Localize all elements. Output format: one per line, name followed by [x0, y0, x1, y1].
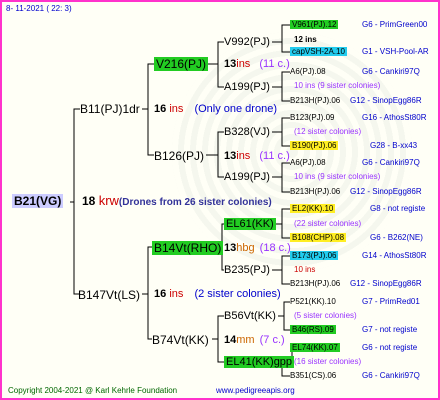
- gen4-row-17[interactable]: B46(RS).09 G7 - not registe: [290, 325, 417, 335]
- footer-site-link[interactable]: www.pedigreeapis.org: [216, 386, 295, 396]
- gen4-row-6b: (12 sister colonies): [294, 127, 362, 136]
- gen4-row-5[interactable]: B213H(PJ).06 G12 - SinopEgg86R: [290, 96, 422, 106]
- gen3-b328[interactable]: B328(VJ): [224, 126, 270, 139]
- gen4-row-18[interactable]: EL74(KK).07 G6 - not registe: [290, 343, 417, 353]
- root-count: 18: [82, 194, 96, 208]
- root-name: B21(VG): [12, 194, 64, 208]
- gen3-b235[interactable]: B235(PJ): [224, 264, 270, 277]
- gen4-row-10[interactable]: B213H(PJ).06 G12 - SinopEgg86R: [290, 187, 422, 197]
- root-queen[interactable]: B21(VG): [12, 194, 64, 208]
- gen1-b147-info: 16 ins (2 sister colonies): [154, 288, 281, 300]
- gen4-row-16[interactable]: P521(KK).10 G7 - PrimRed01: [290, 297, 420, 307]
- gen4-row-15[interactable]: B213H(PJ).06 G12 - SinopEgg86R: [290, 279, 422, 289]
- gen3-el41[interactable]: EL41(KK)gpp: [224, 356, 295, 369]
- gen2-v216-info: 13ins (11 c.): [224, 58, 290, 70]
- gen4-row-19[interactable]: B351(CS).06 G6 - Cankiri97Q: [290, 371, 420, 381]
- gen4-row-16b: (5 sister colonies): [294, 311, 357, 320]
- gen4-row-9: 10 ins (9 sister colonies): [294, 172, 381, 181]
- gen4-row-11[interactable]: EL2(KK).10 G8 - not registe: [290, 204, 425, 214]
- root-unit: krw: [98, 193, 119, 208]
- gen4-row-7[interactable]: B190(PJ).06 G28 - B-xx43: [290, 141, 417, 151]
- gen3-el61[interactable]: EL61(KK): [224, 218, 276, 231]
- date-stamp: 8- 11-2021 ( 22: 3): [6, 4, 72, 13]
- gen1-b11[interactable]: B11(PJ)1dr: [80, 102, 140, 116]
- gen2-b74vt-info: 14mm (7 c.): [224, 334, 285, 346]
- gen3-a199-b[interactable]: A199(PJ): [224, 171, 270, 184]
- gen4-row-3[interactable]: A6(PJ).08 G6 - Cankiri97Q: [290, 67, 420, 77]
- gen1-b147[interactable]: B147Vt(LS): [78, 288, 140, 302]
- gen4-row-14: 10 ins: [294, 265, 316, 274]
- gen4-row-0[interactable]: V961(PJ).12 G6 - PrimGreen00: [290, 20, 427, 30]
- gen3-a199-a[interactable]: A199(PJ): [224, 81, 270, 94]
- root-drone-info: 18 krw(Drones from 26 sister colonies): [82, 194, 272, 210]
- gen4-row-12[interactable]: B108(CHP).08 G6 - B262(NE): [290, 233, 423, 243]
- gen2-b74vt[interactable]: B74Vt(KK): [152, 333, 209, 347]
- gen2-b126[interactable]: B126(PJ): [154, 149, 204, 163]
- pedigree-frame: 8- 11-2021 ( 22: 3) B21(VG) 18 krw(Drone…: [0, 0, 440, 400]
- gen4-row-1: 12 ins: [294, 35, 317, 44]
- gen4-row-6[interactable]: B123(PJ).09 G16 - AthosSt80R: [290, 113, 426, 123]
- footer-copyright: Copyright 2004-2021 @ Karl Kehrle Founda…: [8, 386, 178, 395]
- gen3-v992[interactable]: V992(PJ): [224, 36, 270, 49]
- gen4-row-13[interactable]: B173(PJ).06 G14 - AthosSt80R: [290, 251, 426, 261]
- gen4-row-2[interactable]: capVSH-2A.10 G1 - VSH-Pool-AR: [290, 47, 429, 57]
- gen4-row-18b: (16 sister colonies): [294, 357, 362, 366]
- gen2-b14vt-info: 13hbg (18 c.): [224, 242, 291, 254]
- gen4-row-4: 10 ins (9 sister colonies): [294, 81, 381, 90]
- gen4-row-8[interactable]: A6(PJ).08 G6 - Cankiri97Q: [290, 158, 420, 168]
- gen3-b56vt[interactable]: B56Vt(KK): [224, 310, 276, 323]
- gen2-v216[interactable]: V216(PJ): [154, 57, 209, 71]
- gen2-b14vt[interactable]: B14Vt(RHO): [152, 241, 224, 255]
- gen1-b11-info: 16 ins (Only one drone): [154, 103, 277, 115]
- root-note: (Drones from 26 sister colonies): [118, 197, 272, 208]
- gen4-row-11b: (22 sister colonies): [294, 219, 362, 228]
- gen2-b126-info: 13ins (11 c.): [224, 150, 290, 162]
